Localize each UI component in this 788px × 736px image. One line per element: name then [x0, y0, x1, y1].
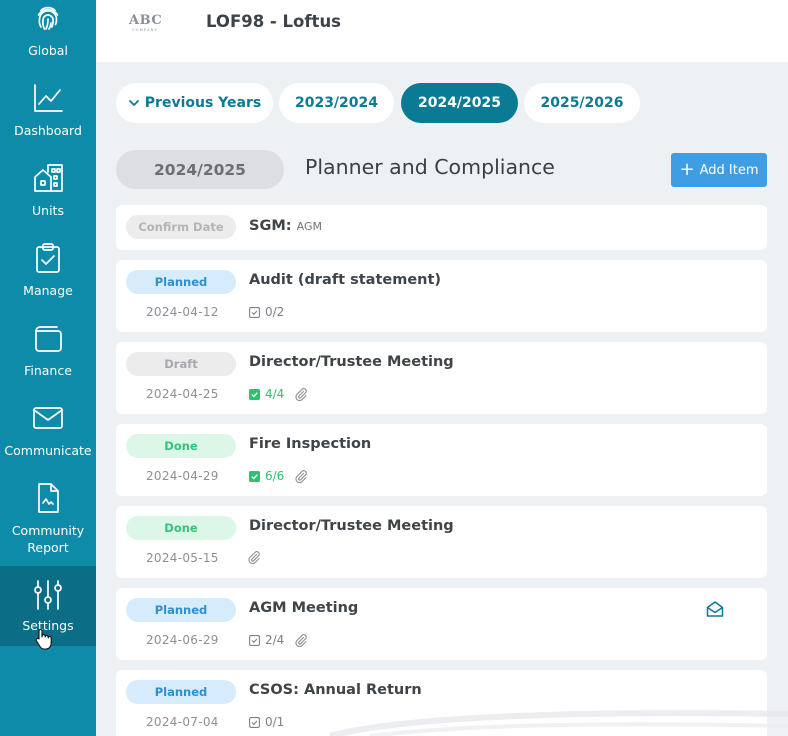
tab-2025-2026[interactable]: 2025/2026 — [524, 83, 640, 123]
planner-item-card[interactable]: Planned Audit (draft statement) 2024-04-… — [116, 260, 767, 332]
task-progress: 2/4 — [249, 633, 308, 647]
checked-box-icon — [249, 470, 260, 482]
paperclip-icon[interactable] — [294, 469, 308, 483]
current-year-pill: 2024/2025 — [116, 150, 284, 189]
task-count: 6/6 — [265, 469, 285, 483]
page-title: LOF98 - Loftus — [206, 12, 342, 31]
previous-years-button[interactable]: Previous Years — [116, 83, 273, 123]
nav-label: Global — [28, 43, 68, 58]
item-title: Audit (draft statement) — [249, 272, 442, 288]
item-date: 2024-05-15 — [146, 551, 219, 565]
section-title: Planner and Compliance — [305, 155, 555, 179]
checked-box-icon — [249, 388, 260, 400]
status-badge[interactable]: Planned — [126, 680, 236, 704]
nav-community-report[interactable]: Community Report — [0, 482, 96, 556]
item-title: Fire Inspection — [249, 436, 372, 452]
nav-label: Units — [32, 203, 64, 218]
status-badge[interactable]: Done — [126, 516, 236, 540]
status-badge[interactable]: Draft — [126, 352, 236, 376]
status-badge[interactable]: Confirm Date — [126, 215, 236, 239]
checkbox-icon — [249, 306, 260, 318]
tab-2024-2025[interactable]: 2024/2025 — [401, 83, 518, 123]
item-title: CSOS: Annual Return — [249, 682, 422, 698]
status-badge[interactable]: Done — [126, 434, 236, 458]
report-document-icon — [38, 483, 59, 513]
sliders-icon — [34, 580, 62, 610]
paperclip-icon[interactable] — [247, 550, 261, 564]
open-envelope-icon[interactable] — [705, 599, 725, 619]
task-progress: 0/1 — [249, 715, 284, 729]
task-progress: 0/2 — [249, 305, 284, 319]
nav-dashboard[interactable]: Dashboard — [0, 82, 96, 139]
sidebar: Global Dashboard Units Manage Finance Co… — [0, 0, 96, 736]
envelope-icon — [33, 407, 63, 429]
nav-label: Manage — [23, 283, 73, 298]
task-count: 2/4 — [265, 633, 285, 647]
wallet-icon — [35, 326, 62, 352]
item-date: 2024-04-29 — [146, 469, 219, 483]
item-title: SGM: AGM — [249, 218, 322, 234]
top-header: ABC COMPANY LOF98 - Loftus — [96, 0, 788, 62]
attachments — [237, 550, 261, 564]
nav-label: Finance — [24, 363, 72, 378]
planner-item-card[interactable]: Planned CSOS: Annual Return 2024-07-04 0… — [116, 670, 767, 736]
plus-icon: + — [679, 159, 695, 180]
planner-item-card[interactable]: Done Director/Trustee Meeting 2024-05-15 — [116, 506, 767, 578]
clipboard-check-icon — [36, 243, 60, 273]
fingerprint-icon — [37, 6, 59, 30]
add-item-button[interactable]: + Add Item — [671, 153, 767, 187]
item-date: 2024-07-04 — [146, 715, 219, 729]
item-date: 2024-04-25 — [146, 387, 219, 401]
nav-communicate[interactable]: Communicate — [0, 402, 96, 459]
task-count: 0/2 — [265, 305, 285, 319]
item-title: Director/Trustee Meeting — [249, 354, 454, 370]
item-title: Director/Trustee Meeting — [249, 518, 454, 534]
chevron-down-icon — [128, 100, 139, 106]
company-logo: ABC COMPANY — [129, 13, 163, 33]
nav-units[interactable]: Units — [0, 162, 96, 219]
add-item-label: Add Item — [699, 162, 759, 178]
status-badge[interactable]: Planned — [126, 270, 236, 294]
hand-cursor-icon — [35, 629, 52, 650]
line-chart-icon — [34, 84, 63, 112]
task-progress: 4/4 — [249, 387, 308, 401]
previous-years-label: Previous Years — [144, 95, 262, 111]
nav-global[interactable]: Global — [0, 2, 96, 59]
task-count: 0/1 — [265, 715, 285, 729]
planner-item-card[interactable]: Done Fire Inspection 2024-04-29 6/6 — [116, 424, 767, 496]
task-progress: 6/6 — [249, 469, 308, 483]
planner-item-card[interactable]: Draft Director/Trustee Meeting 2024-04-2… — [116, 342, 767, 414]
item-date: 2024-06-29 — [146, 633, 219, 647]
item-date: 2024-04-12 — [146, 305, 219, 319]
tab-2023-2024[interactable]: 2023/2024 — [279, 83, 394, 123]
item-title: AGM Meeting — [249, 600, 359, 616]
logo-subtext: COMPANY — [131, 28, 159, 32]
buildings-icon — [34, 164, 63, 192]
logo-text: ABC — [129, 13, 163, 28]
nav-label: Dashboard — [14, 123, 82, 138]
item-title-prefix: SGM: — [249, 218, 292, 234]
checkbox-icon — [249, 716, 260, 728]
nav-manage[interactable]: Manage — [0, 242, 96, 299]
status-badge[interactable]: Planned — [126, 598, 236, 622]
nav-finance[interactable]: Finance — [0, 322, 96, 379]
checkbox-icon — [249, 634, 260, 646]
item-subtitle: AGM — [296, 220, 322, 233]
task-count: 4/4 — [265, 387, 285, 401]
planner-item-card[interactable]: Confirm Date SGM: AGM — [116, 205, 767, 250]
nav-label: Community Report — [11, 523, 85, 555]
nav-label: Communicate — [4, 443, 92, 458]
planner-item-card[interactable]: Planned AGM Meeting 2024-06-29 2/4 — [116, 588, 767, 660]
paperclip-icon[interactable] — [294, 633, 308, 647]
paperclip-icon[interactable] — [294, 387, 308, 401]
